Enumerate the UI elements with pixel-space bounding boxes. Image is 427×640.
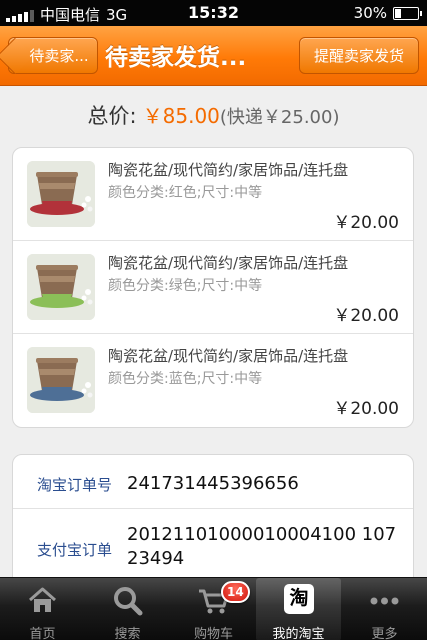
tab-more[interactable]: 更多 [342,578,427,640]
taobao-order-row: 淘宝订单号 241731445396656 [13,455,413,509]
status-bar: 中国电信 3G 15:32 30% [0,0,427,26]
product-price: ￥20.00 [333,213,399,233]
search-icon [114,587,143,616]
alipay-order-number: 20121101000010004100 10723494 [127,524,397,569]
navigation-bar: 待卖家... 待卖家发货... 提醒卖家发货 [0,26,427,86]
tab-bar: 首页 搜索 14 购物车 淘 我的淘宝 更多 [0,577,427,640]
tab-my-taobao-label: 我的淘宝 [272,627,325,640]
status-right: 30% [353,4,422,22]
taobao-order-number: 241731445396656 [127,473,299,494]
product-item[interactable]: 陶瓷花盆/现代简约/家居饰品/连托盘 颜色分类:绿色;尺寸:中等 ￥20.00 [13,241,413,334]
back-button-label: 待卖家... [29,47,89,65]
product-thumbnail [27,254,95,320]
back-button[interactable]: 待卖家... [8,37,98,74]
product-price: ￥20.00 [333,399,399,419]
shipping-fee: (快递￥25.00) [219,107,340,128]
product-spec: 颜色分类:红色;尺寸:中等 [108,185,263,201]
alipay-order-label: 支付宝订单 [37,541,113,559]
battery-percent: 30% [353,4,387,22]
taobao-order-label: 淘宝订单号 [37,476,113,494]
tab-home-label: 首页 [29,627,56,640]
tab-cart[interactable]: 14 购物车 [171,578,256,640]
product-title: 陶瓷花盆/现代简约/家居饰品/连托盘 [108,254,349,272]
remind-seller-button[interactable]: 提醒卖家发货 [299,37,419,74]
product-list: 陶瓷花盆/现代简约/家居饰品/连托盘 颜色分类:红色;尺寸:中等 ￥20.00 … [12,147,414,428]
product-spec: 颜色分类:蓝色;尺寸:中等 [108,371,263,387]
tab-search-label: 搜索 [114,627,141,640]
cart-count-badge: 14 [221,581,250,603]
taobao-icon: 淘 [284,584,314,614]
total-price: ￥85.00 [142,104,220,128]
product-price: ￥20.00 [333,306,399,326]
product-thumbnail [27,347,95,413]
tab-home[interactable]: 首页 [0,578,85,640]
tab-search[interactable]: 搜索 [85,578,170,640]
page-title: 待卖家发货... [105,45,247,71]
product-item[interactable]: 陶瓷花盆/现代简约/家居饰品/连托盘 颜色分类:红色;尺寸:中等 ￥20.00 [13,148,413,241]
product-spec: 颜色分类:绿色;尺寸:中等 [108,278,263,294]
product-thumbnail [27,161,95,227]
tab-more-label: 更多 [371,627,398,640]
total-label: 总价: [87,104,137,128]
battery-icon [393,6,422,20]
product-title: 陶瓷花盆/现代简约/家居饰品/连托盘 [108,161,349,179]
tab-my-taobao[interactable]: 淘 我的淘宝 [256,578,341,640]
order-total: 总价: ￥85.00(快递￥25.00) [0,100,427,130]
tab-cart-label: 购物车 [193,627,233,640]
more-icon [370,597,399,605]
home-icon [29,587,56,612]
product-title: 陶瓷花盆/现代简约/家居饰品/连托盘 [108,347,349,365]
product-item[interactable]: 陶瓷花盆/现代简约/家居饰品/连托盘 颜色分类:蓝色;尺寸:中等 ￥20.00 [13,334,413,427]
